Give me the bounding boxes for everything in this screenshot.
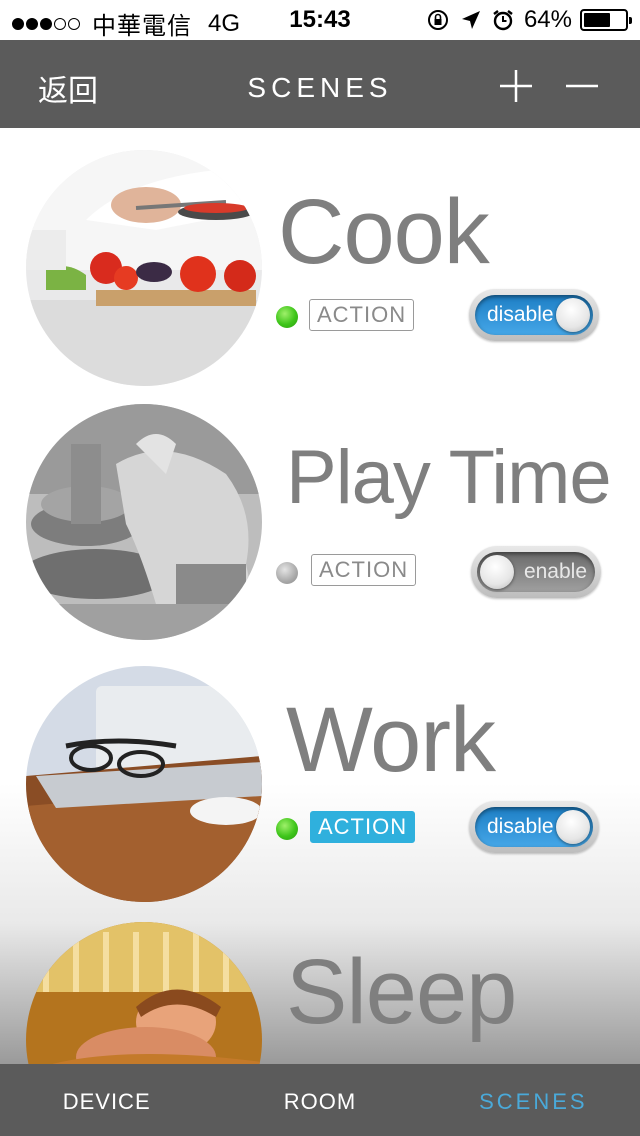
scene-list[interactable]: Cook ACTION disable Play Time ACTION ena…	[0, 128, 640, 1064]
scene-name: Cook	[278, 181, 490, 283]
play-time-scene-image	[26, 404, 262, 640]
scene-row-sleep: Sleep	[0, 900, 640, 1064]
action-button[interactable]: ACTION	[309, 299, 415, 331]
cook-scene-image	[26, 150, 262, 386]
plus-icon	[500, 70, 532, 102]
scene-row-work: Work ACTION disable	[0, 644, 640, 904]
work-scene-image	[26, 666, 262, 902]
alarm-icon	[492, 9, 514, 31]
scene-name: Sleep	[286, 941, 517, 1043]
page-title: SCENES	[247, 72, 393, 103]
toggle-label: disable	[487, 815, 554, 838]
minus-icon	[566, 84, 598, 88]
status-led	[276, 818, 298, 840]
tab-room[interactable]: ROOM	[213, 1064, 426, 1136]
status-bar: 中華電信 4G 15:43 64%	[0, 0, 640, 40]
action-button[interactable]: ACTION	[310, 811, 416, 843]
toggle-knob	[556, 810, 590, 844]
rotation-lock-icon	[426, 8, 450, 32]
add-scene-button[interactable]	[498, 68, 534, 104]
scene-row-cook: Cook ACTION disable	[0, 128, 640, 388]
scene-toggle[interactable]: disable	[469, 801, 599, 853]
scene-name: Play Time	[286, 435, 612, 520]
location-arrow-icon	[460, 9, 482, 31]
scene-toggle[interactable]: enable	[471, 546, 601, 598]
toggle-label: enable	[523, 560, 587, 583]
tab-scenes[interactable]: SCENES	[427, 1064, 640, 1136]
battery-percent: 64%	[523, 6, 572, 33]
toggle-knob	[556, 298, 590, 332]
battery-icon	[580, 9, 632, 31]
toggle-label: disable	[487, 303, 554, 326]
tab-device[interactable]: DEVICE	[0, 1064, 213, 1136]
nav-bar: 返回 SCENES	[0, 40, 640, 128]
status-right: 64%	[426, 6, 632, 34]
remove-scene-button[interactable]	[564, 68, 600, 104]
toggle-knob	[480, 555, 514, 589]
scene-toggle[interactable]: disable	[469, 289, 599, 341]
status-led	[276, 562, 298, 584]
scene-row-play-time: Play Time ACTION enable	[0, 382, 640, 642]
status-led	[276, 306, 298, 328]
sleep-scene-image	[26, 922, 262, 1064]
tab-bar: DEVICE ROOM SCENES	[0, 1064, 640, 1136]
scene-name: Work	[286, 689, 496, 791]
action-button[interactable]: ACTION	[311, 554, 417, 586]
